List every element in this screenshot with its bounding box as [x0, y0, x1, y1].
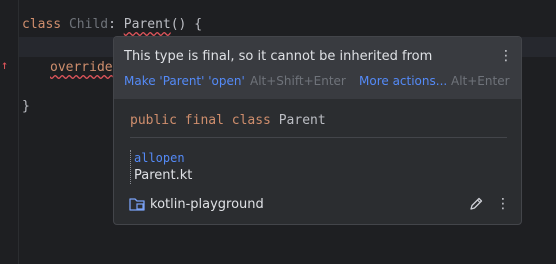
colon: : [108, 17, 116, 32]
footer-kebab-icon[interactable]: ⋮ [496, 195, 510, 213]
code-rest: () { [170, 17, 203, 32]
editor-gutter [0, 0, 18, 264]
signature-name: Parent [278, 113, 326, 128]
class-keyword: class [22, 17, 62, 32]
declaration-signature: public final class Parent [130, 113, 326, 128]
more-actions-link[interactable]: More actions... [359, 74, 447, 88]
code-line-2[interactable]: override [50, 59, 113, 77]
module-lib-link[interactable]: allopen [134, 151, 185, 165]
pencil-icon[interactable] [468, 196, 484, 212]
project-name: kotlin-playground [150, 197, 264, 212]
parent-reference[interactable]: Parent [124, 17, 171, 32]
closing-brace: } [22, 99, 30, 114]
popup-header [114, 37, 521, 99]
signature-modifiers: public final class [130, 113, 271, 128]
popup-separator [130, 137, 507, 138]
make-open-shortcut: Alt+Shift+Enter [250, 74, 346, 88]
popup-kebab-icon[interactable]: ⋮ [499, 47, 513, 65]
folder-module-icon [129, 198, 145, 211]
module-file-name: Parent.kt [134, 168, 193, 183]
more-actions-shortcut: Alt+Enter [451, 74, 510, 88]
override-keyword[interactable]: override [50, 60, 113, 75]
error-arrow-icon: ↑ [1, 58, 9, 72]
error-message: This type is final, so it cannot be inhe… [124, 49, 433, 64]
make-open-action[interactable]: Make 'Parent' 'open' [124, 74, 245, 88]
module-marker [130, 150, 132, 184]
quick-doc-popup: This type is final, so it cannot be inhe… [113, 36, 522, 225]
code-line-1[interactable]: class Child: Parent() { [22, 16, 202, 34]
code-line-3[interactable]: } [22, 98, 30, 116]
class-name: Child [68, 17, 109, 32]
